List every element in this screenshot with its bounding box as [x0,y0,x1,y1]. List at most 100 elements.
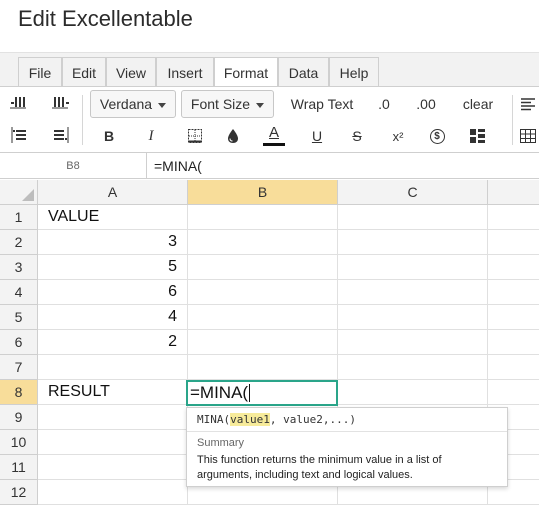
column-header-c[interactable]: C [338,180,488,205]
font-size-dropdown[interactable]: Font Size [181,90,274,118]
app-title: Edit Excellentable [18,6,193,31]
cell-a2[interactable]: 3 [38,230,188,255]
align-left-icon[interactable] [520,91,539,117]
tooltip-divider [187,431,507,432]
format-toolbar: Verdana Font Size Wrap Text .0 .00 clear… [0,86,539,152]
function-args-rest: , value2,...) [269,413,356,426]
bold-button[interactable]: B [98,123,120,149]
cell-c8[interactable] [338,380,488,405]
select-all-corner[interactable] [0,180,38,205]
cell-b2[interactable] [188,230,338,255]
row-header-2[interactable]: 2 [0,230,38,255]
insert-row-below-icon[interactable] [50,123,72,147]
text-color-button[interactable]: A [262,121,286,149]
cell-d2[interactable] [488,230,539,255]
menu-tab-edit[interactable]: Edit [62,57,106,87]
row-header-8[interactable]: 8 [0,380,38,405]
menu-tab-format[interactable]: Format [214,57,278,88]
cell-editor[interactable]: =MINA( [186,380,338,406]
row-header-7[interactable]: 7 [0,355,38,380]
font-family-dropdown[interactable]: Verdana [90,90,176,118]
column-header-a[interactable]: A [38,180,188,205]
formula-bar: B8 =MINA( [0,152,539,179]
cell-c2[interactable] [338,230,488,255]
currency-icon: $ [429,128,445,144]
cell-b1[interactable] [188,205,338,230]
cell-a1[interactable]: VALUE [38,205,188,230]
currency-button[interactable]: $ [426,123,448,149]
decrease-decimals-button[interactable]: .0 [372,91,396,117]
text-color-label: A [268,124,279,141]
cell-reference[interactable]: B8 [0,153,147,178]
cell-d7[interactable] [488,355,539,380]
text-cursor [249,384,251,402]
menu-bar: File Edit View Insert Format Data Help [0,52,539,88]
wrap-text-button[interactable]: Wrap Text [284,91,360,117]
cell-d4[interactable] [488,280,539,305]
cell-d5[interactable] [488,305,539,330]
clear-format-button[interactable]: clear [456,91,500,117]
menu-tab-file[interactable]: File [18,57,62,87]
insert-column-right-icon[interactable] [50,91,72,115]
chevron-down-icon [256,102,265,108]
row-header-4[interactable]: 4 [0,280,38,305]
column-header-d[interactable] [488,180,539,205]
cell-b7[interactable] [188,355,338,380]
insert-column-left-icon[interactable] [8,91,30,115]
menu-tab-help[interactable]: Help [329,57,379,87]
formula-input[interactable]: =MINA( [154,153,202,178]
cell-c7[interactable] [338,355,488,380]
superscript-button[interactable]: x² [387,123,409,149]
row-header-3[interactable]: 3 [0,255,38,280]
cell-b4[interactable] [188,280,338,305]
font-size-label: Font Size [190,96,251,112]
strikethrough-button[interactable]: S [346,123,368,149]
menu-tab-data[interactable]: Data [278,57,329,87]
italic-button[interactable]: I [140,123,162,149]
cell-c1[interactable] [338,205,488,230]
cell-d8[interactable] [488,380,539,405]
cell-d6[interactable] [488,330,539,355]
row-header-12[interactable]: 12 [0,480,38,505]
cell-a10[interactable] [38,430,188,455]
underline-button[interactable]: U [306,123,328,149]
insert-row-above-icon[interactable] [8,123,30,147]
increase-decimals-button[interactable]: .00 [410,91,442,117]
cell-c3[interactable] [338,255,488,280]
cell-c4[interactable] [338,280,488,305]
column-header-b[interactable]: B [188,180,338,205]
cell-a9[interactable] [38,405,188,430]
borders-icon[interactable] [184,123,206,149]
cell-a6[interactable]: 2 [38,330,188,355]
cell-d1[interactable] [488,205,539,230]
row-header-11[interactable]: 11 [0,455,38,480]
function-arg-highlight: value1 [230,413,270,426]
function-hint-tooltip: MINA(value1, value2,...) Summary This fu… [186,407,508,487]
row-header-9[interactable]: 9 [0,405,38,430]
text-color-swatch [263,143,285,146]
insert-table-icon[interactable] [520,123,539,149]
cell-a8[interactable]: RESULT [38,380,188,405]
cell-a12[interactable] [38,480,188,505]
cell-a11[interactable] [38,455,188,480]
cell-c5[interactable] [338,305,488,330]
menu-tab-view[interactable]: View [106,57,156,87]
cell-b5[interactable] [188,305,338,330]
summary-label: Summary [197,437,245,449]
cell-a5[interactable]: 4 [38,305,188,330]
menu-tab-insert[interactable]: Insert [156,57,214,87]
row-header-5[interactable]: 5 [0,305,38,330]
cell-c6[interactable] [338,330,488,355]
cell-a7[interactable] [38,355,188,380]
cell-a3[interactable]: 5 [38,255,188,280]
cell-a4[interactable]: 6 [38,280,188,305]
fill-color-icon[interactable] [222,123,244,149]
cell-b3[interactable] [188,255,338,280]
cell-b6[interactable] [188,330,338,355]
merge-cells-icon[interactable] [466,123,488,149]
row-header-10[interactable]: 10 [0,430,38,455]
row-header-1[interactable]: 1 [0,205,38,230]
cell-d3[interactable] [488,255,539,280]
function-description: This function returns the minimum value … [197,454,442,481]
row-header-6[interactable]: 6 [0,330,38,355]
